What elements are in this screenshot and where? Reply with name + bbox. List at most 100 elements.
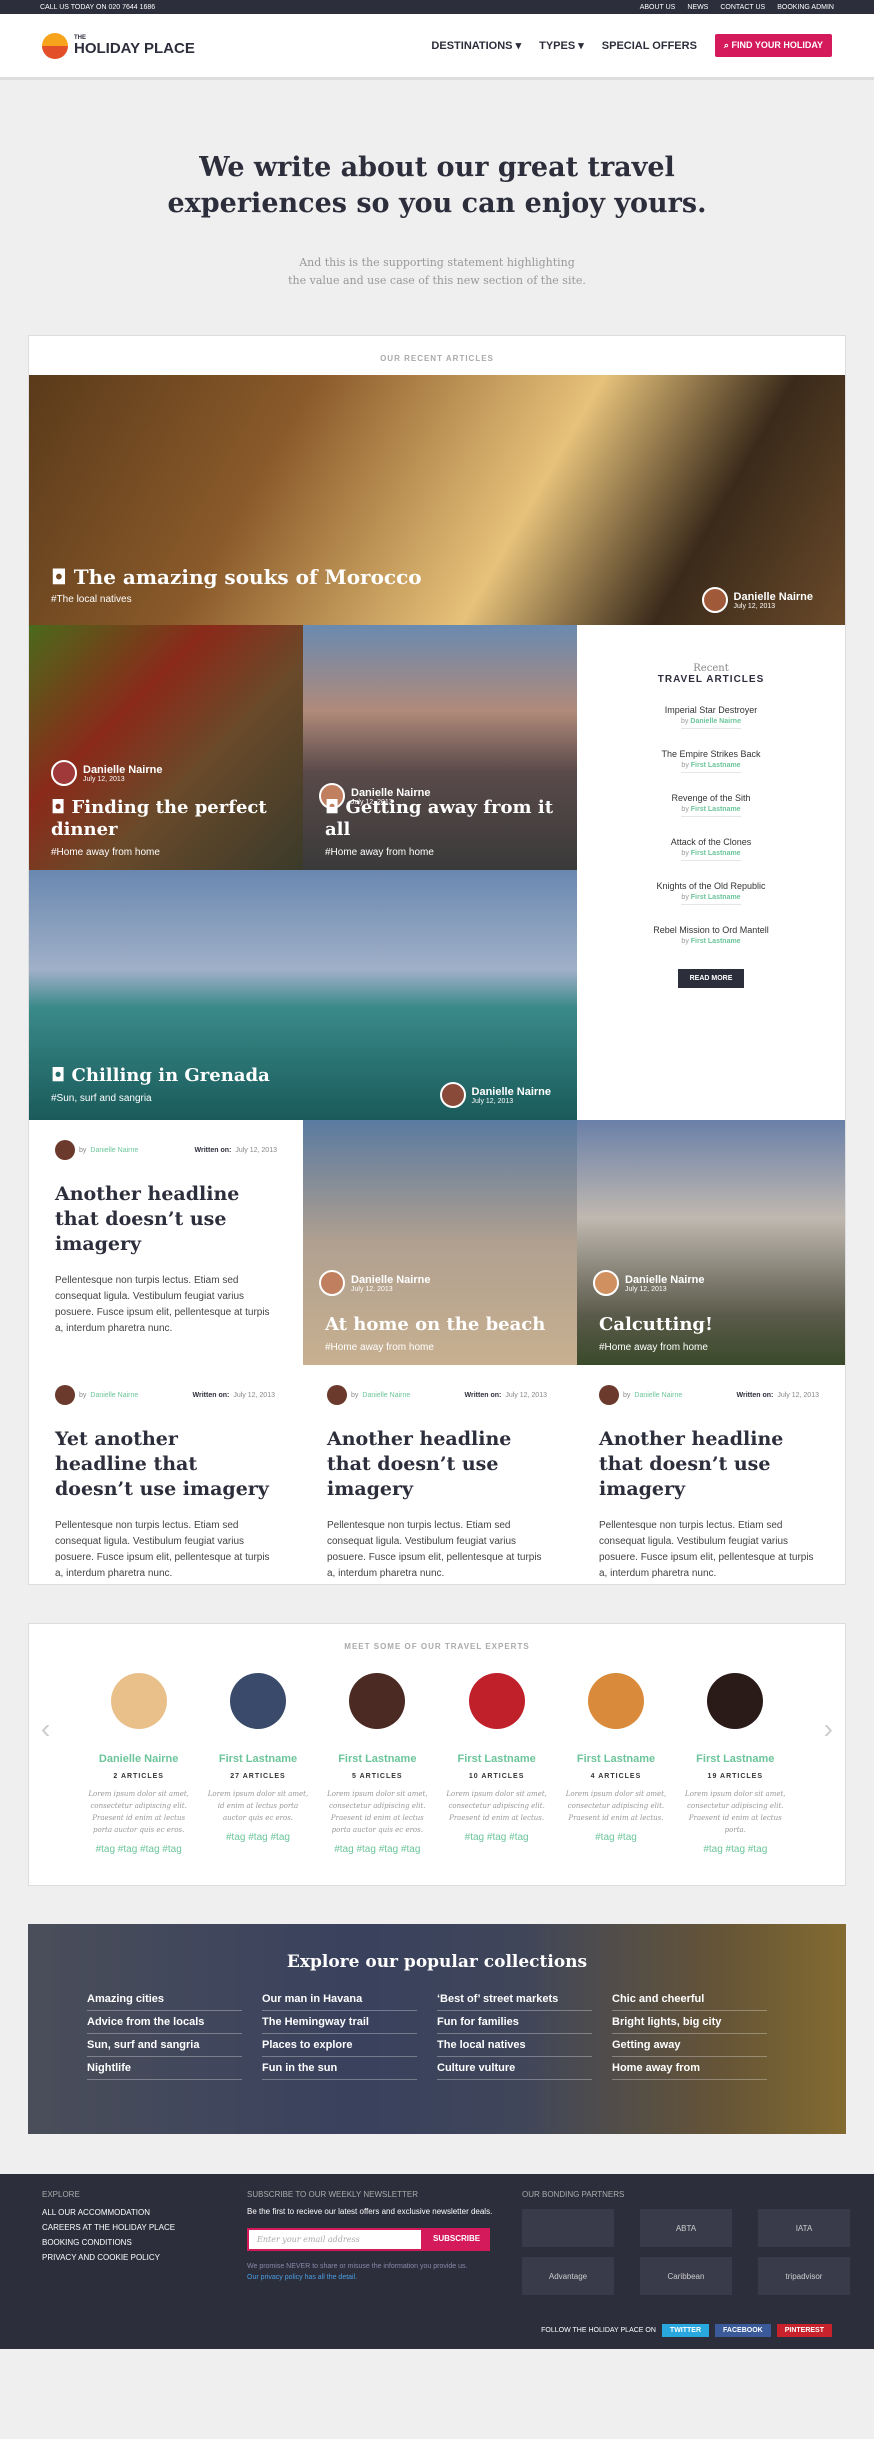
tile-away[interactable]: Danielle Nairne July 12, 2013 ◘ Getting a… bbox=[303, 625, 577, 870]
avatar bbox=[707, 1673, 764, 1729]
cutlery-icon: ◘ bbox=[51, 797, 66, 818]
author: Danielle Nairne July 12, 2013 bbox=[593, 1270, 704, 1296]
link-news[interactable]: NEWS bbox=[687, 4, 708, 11]
collection-link[interactable]: Places to explore bbox=[262, 2034, 417, 2057]
read-more-button[interactable]: READ MORE bbox=[677, 969, 745, 988]
top-bar: CALL US TODAY ON 020 7644 1686 ABOUT US N… bbox=[0, 0, 874, 14]
expert-name: First Lastname bbox=[218, 1753, 298, 1765]
collection-link[interactable]: Fun for families bbox=[437, 2011, 592, 2034]
collection-link[interactable]: ‘Best of’ street markets bbox=[437, 1988, 592, 2011]
collection-link[interactable]: Bright lights, big city bbox=[612, 2011, 767, 2034]
footer-link[interactable]: BOOKING CONDITIONS bbox=[42, 2235, 175, 2250]
partner-logo: Advantage bbox=[522, 2257, 614, 2295]
chevron-left-icon[interactable]: ‹ bbox=[41, 1713, 50, 1745]
collection-link[interactable]: The local natives bbox=[437, 2034, 592, 2057]
expert-card[interactable]: First Lastname 4 ARTICLES Lorem ipsum dolo… bbox=[563, 1673, 668, 1855]
expert-tags: #tag #tag #tag #tag bbox=[334, 1844, 421, 1855]
partner-logo: ABTA bbox=[640, 2209, 732, 2247]
link-contact[interactable]: CONTACT US bbox=[720, 4, 765, 11]
avatar bbox=[51, 760, 77, 786]
article-body: Pellentesque non turpis lectus. Etiam se… bbox=[55, 1275, 270, 1334]
tile-grenada[interactable]: ◘ Chilling in Grenada #Sun, surf and sang… bbox=[29, 870, 577, 1120]
avatar bbox=[439, 1082, 466, 1108]
tile-morocco[interactable]: ◘ The amazing souks of Morocco #The loca… bbox=[29, 375, 845, 625]
author[interactable]: Danielle Nairne July 12, 2013 bbox=[701, 587, 813, 613]
recent-item[interactable]: Rebel Mission to Ord Mantell by First Las… bbox=[577, 925, 845, 945]
expert-desc: Lorem ipsum dolor sit amet, id enim at l… bbox=[207, 1790, 309, 1822]
avatar bbox=[468, 1673, 525, 1729]
avatar bbox=[349, 1673, 406, 1729]
expert-card[interactable]: First Lastname 19 ARTICLES Lorem ipsum dol… bbox=[683, 1673, 788, 1855]
facebook-button[interactable]: FACEBOOK bbox=[715, 2324, 771, 2337]
collection-link[interactable]: Fun in the sun bbox=[262, 2057, 417, 2080]
search-icon: ⌕ bbox=[723, 40, 729, 50]
expert-count: 5 ARTICLES bbox=[352, 1773, 403, 1780]
logo[interactable]: THE HOLIDAY PLACE bbox=[42, 32, 195, 59]
expert-count: 19 ARTICLES bbox=[707, 1773, 764, 1780]
recent-item[interactable]: Attack of the Clones by First Lastname bbox=[577, 837, 845, 861]
collections-title: Explore our popular collections bbox=[286, 1952, 588, 1972]
footer-link[interactable]: PRIVACY AND COOKIE POLICY bbox=[42, 2250, 175, 2265]
privacy-link[interactable]: Our privacy policy has all the detail. bbox=[247, 2274, 357, 2281]
chevron-right-icon[interactable]: › bbox=[824, 1713, 833, 1745]
expert-card[interactable]: First Lastname 10 ARTICLES Lorem ipsum dol… bbox=[444, 1673, 549, 1855]
avatar bbox=[599, 1385, 619, 1405]
author: Danielle Nairne July 12, 2013 bbox=[319, 1270, 430, 1296]
recent-travel-articles: Recent TRAVEL ARTICLES Imperial Star Des… bbox=[577, 625, 845, 1120]
recent-articles-title: OUR RECENT ARTICLES bbox=[380, 354, 494, 363]
nav-types[interactable]: TYPES ▾ bbox=[539, 39, 584, 52]
nav-special-offers[interactable]: SPECIAL OFFERS bbox=[602, 40, 697, 52]
expert-card[interactable]: First Lastname 5 ARTICLES Lorem ipsum dolo… bbox=[325, 1673, 430, 1855]
footer-link[interactable]: CAREERS AT THE HOLIDAY PLACE bbox=[42, 2220, 175, 2235]
link-about[interactable]: ABOUT US bbox=[640, 4, 676, 11]
logo-main: HOLIDAY PLACE bbox=[74, 40, 195, 57]
avatar bbox=[55, 1385, 75, 1405]
article-card[interactable]: by Danielle Nairne Written on: July 12, 201… bbox=[573, 1365, 845, 1602]
collection-column: ‘Best of’ street markets Fun for families… bbox=[437, 1988, 612, 2080]
expert-count: 10 ARTICLES bbox=[468, 1773, 525, 1780]
partner-logo: tripadvisor bbox=[758, 2257, 850, 2295]
collection-link[interactable]: Getting away bbox=[612, 2034, 767, 2057]
recent-item[interactable]: Revenge of the Sith by First Lastname bbox=[577, 793, 845, 817]
collection-link[interactable]: Chic and cheerful bbox=[612, 1988, 767, 2011]
tile-beach[interactable]: Danielle Nairne July 12, 2013 At home on … bbox=[303, 1120, 577, 1365]
collection-link[interactable]: Amazing cities bbox=[87, 1988, 242, 2011]
expert-name: First Lastname bbox=[696, 1753, 775, 1765]
recent-item[interactable]: Imperial Star Destroyer by Danielle Nairn… bbox=[577, 705, 845, 729]
article-card[interactable]: by Danielle Nairne Written on: July 12, 201… bbox=[29, 1365, 301, 1602]
recent-item[interactable]: The Empire Strikes Back by First Lastname bbox=[577, 749, 845, 773]
subscribe-button[interactable]: SUBSCRIBE bbox=[423, 2228, 491, 2251]
collection-link[interactable]: Our man in Havana bbox=[262, 1988, 417, 2011]
camera-icon: ◘ bbox=[51, 1065, 66, 1086]
link-booking-admin[interactable]: BOOKING ADMIN bbox=[777, 4, 834, 11]
recent-articles-card: OUR RECENT ARTICLES ◘ The amazing souks … bbox=[28, 335, 846, 1585]
collection-link[interactable]: Sun, surf and sangria bbox=[87, 2034, 242, 2057]
cutlery-icon: ◘ bbox=[325, 797, 340, 818]
email-input[interactable]: Enter your email address bbox=[247, 2228, 423, 2251]
expert-count: 2 ARTICLES bbox=[113, 1773, 164, 1780]
article-body: Pellentesque non turpis lectus. Etiam se… bbox=[55, 1520, 270, 1579]
collection-link[interactable]: Nightlife bbox=[87, 2057, 242, 2080]
article-body: Pellentesque non turpis lectus. Etiam se… bbox=[599, 1520, 814, 1579]
collection-link[interactable]: Advice from the locals bbox=[87, 2011, 242, 2034]
tile-dinner[interactable]: Danielle Nairne July 12, 2013 ◘ Finding t… bbox=[29, 625, 303, 870]
footer-link[interactable]: ALL OUR ACCOMMODATION bbox=[42, 2205, 175, 2220]
find-holiday-button[interactable]: ⌕ FIND YOUR HOLIDAY bbox=[714, 34, 832, 57]
expert-card[interactable]: First Lastname 27 ARTICLES Lorem ipsum dol… bbox=[205, 1673, 310, 1855]
tile-calcutta[interactable]: Danielle Nairne July 12, 2013 Calcutting!… bbox=[577, 1120, 845, 1365]
expert-desc: Lorem ipsum dolor sit amet, consectetur … bbox=[565, 1790, 667, 1822]
collection-link[interactable]: Culture vulture bbox=[437, 2057, 592, 2080]
expert-desc: Lorem ipsum dolor sit amet, consectetur … bbox=[327, 1790, 428, 1834]
collection-link[interactable]: The Hemingway trail bbox=[262, 2011, 417, 2034]
article-card[interactable]: by Danielle Nairne Written on: July 12, 201… bbox=[301, 1365, 573, 1602]
nav-destinations[interactable]: DESTINATIONS ▾ bbox=[431, 39, 521, 52]
article-card[interactable]: by Danielle Nairne Written on: July 12, 201… bbox=[29, 1120, 303, 1357]
newsletter-title: SUBSCRIBE TO OUR WEEKLY NEWSLETTER bbox=[247, 2190, 418, 2199]
twitter-button[interactable]: TWITTER bbox=[661, 2324, 710, 2337]
collection-link[interactable]: Home away from bbox=[612, 2057, 767, 2080]
article-title: Another headline that doesn’t use imager… bbox=[55, 1183, 240, 1255]
pinterest-button[interactable]: PINTEREST bbox=[776, 2324, 832, 2337]
expert-card[interactable]: Danielle Nairne 2 ARTICLES Lorem ipsum dol… bbox=[86, 1673, 191, 1855]
recent-item[interactable]: Knights of the Old Republic by First Last… bbox=[577, 881, 845, 905]
avatar bbox=[593, 1270, 619, 1296]
